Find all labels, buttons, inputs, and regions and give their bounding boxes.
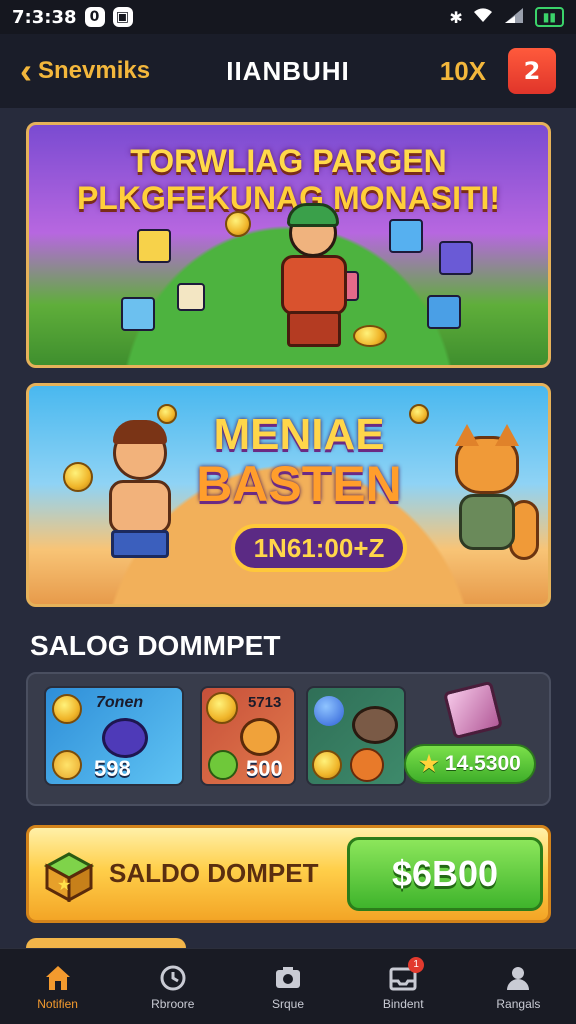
multiplier-badge[interactable]: 10X <box>440 56 486 87</box>
smile-icon <box>208 750 238 780</box>
wallet-card-1[interactable]: 7onen 598 <box>44 686 184 786</box>
coin-icon <box>52 694 82 724</box>
hero-character-illustration <box>259 203 369 349</box>
svg-text:★: ★ <box>57 875 71 894</box>
banner-1-title: TORWLIAG PARGEN PLKGFEKUNAG MONASITI! <box>29 143 548 217</box>
promo-banner-2[interactable]: MENIAE BASTEN 1N61:00+Z <box>26 383 551 607</box>
chevron-left-icon: ‹ <box>20 50 32 91</box>
camera-icon <box>273 963 303 993</box>
wallet-card-1-value: 598 <box>94 756 131 781</box>
balance-button[interactable]: ★ 14.5300 <box>404 744 536 784</box>
gallery-icon: ▣ <box>112 7 133 27</box>
mole-icon <box>352 706 398 744</box>
cube-icon <box>389 219 423 253</box>
coin-icon <box>52 750 82 780</box>
nav-item-history-label: Rbroore <box>151 996 195 1011</box>
coin-icon <box>312 750 342 780</box>
bottom-nav: Notifien Rbroore Srque 1 Bindent Rangals <box>0 948 576 1024</box>
notification-icon: 2 <box>523 57 541 85</box>
nav-item-camera[interactable]: Srque <box>230 949 345 1024</box>
battery-icon: ▮▮ <box>534 7 564 27</box>
cube-icon <box>439 241 473 275</box>
saldo-amount-button[interactable]: $6B00 <box>347 837 543 911</box>
fox-face-icon <box>350 748 384 782</box>
status-bar: 7:3:38 0 ▣ ✱ ▮▮ <box>0 0 576 34</box>
star-icon: ★ <box>419 751 439 776</box>
signal-icon <box>503 7 525 27</box>
wallet-panel: 7onen 598 5713 500 ★ 14.5300 <box>26 672 551 806</box>
nav-item-profile[interactable]: Rangals <box>461 949 576 1024</box>
gem-cube-icon <box>442 680 504 740</box>
banner-2-title-line2: BASTEN <box>196 456 402 512</box>
nav-item-home[interactable]: Notifien <box>0 949 115 1024</box>
balance-value: 14.5300 <box>444 752 521 775</box>
nav-item-profile-label: Rangals <box>496 996 541 1011</box>
banner-1-title-line1: TORWLIAG PARGEN <box>130 143 447 179</box>
coin-icon <box>157 404 177 424</box>
wallet-card-1-label: 7onen <box>96 694 144 711</box>
notification-button[interactable]: 2 <box>508 48 556 94</box>
wifi-icon <box>473 7 493 27</box>
wallet-section-title: SALOG DOMMPET <box>30 630 281 661</box>
coin-icon <box>225 211 251 237</box>
cube-icon <box>427 295 461 329</box>
back-label: Snevmiks <box>38 57 151 84</box>
nav-item-inbox[interactable]: 1 Bindent <box>346 949 461 1024</box>
notification-badge-icon: 0 <box>84 7 105 27</box>
bluetooth-icon: ✱ <box>449 7 463 27</box>
app-header: ‹ Snevmiks IIANBUHI 10X 2 <box>0 34 576 108</box>
nav-item-home-label: Notifien <box>37 996 78 1011</box>
home-icon <box>43 963 73 993</box>
banner-2-title: MENIAE BASTEN <box>179 410 419 512</box>
back-button[interactable]: ‹ Snevmiks <box>20 53 150 89</box>
saldo-bar: ★ SALDO DOMPET $6B00 <box>26 825 551 923</box>
nav-item-inbox-label: Bindent <box>382 996 424 1011</box>
nav-item-camera-label: Srque <box>271 996 305 1011</box>
cube-icon <box>177 283 205 311</box>
coin-icon <box>63 462 93 492</box>
status-time: 7:3:38 <box>12 6 77 28</box>
saldo-label: SALDO DOMPET <box>109 858 319 888</box>
fox-character-illustration <box>437 424 539 580</box>
inbox-badge: 1 <box>408 956 425 973</box>
gift-box-icon: ★ <box>43 850 95 903</box>
bear-icon <box>240 718 280 756</box>
coin-icon <box>206 692 238 724</box>
banner-2-countdown-pill: 1N61:00+Z <box>231 524 407 572</box>
clock-icon <box>158 963 188 993</box>
wallet-card-3[interactable] <box>306 686 406 786</box>
nav-item-history[interactable]: Rbroore <box>115 949 230 1024</box>
wallet-card-2[interactable]: 5713 500 <box>200 686 296 786</box>
blue-orb-icon <box>314 696 344 726</box>
wallet-card-2-label: 5713 <box>248 694 282 711</box>
cube-icon <box>121 297 155 331</box>
monster-icon <box>102 718 148 758</box>
promo-banner-1[interactable]: TORWLIAG PARGEN PLKGFEKUNAG MONASITI! <box>26 122 551 368</box>
inbox-icon: 1 <box>388 956 425 993</box>
user-icon <box>503 963 533 993</box>
status-icons: ✱ ▮▮ <box>449 7 564 27</box>
kid-character-illustration <box>95 420 185 576</box>
cube-icon <box>137 229 171 263</box>
wallet-card-2-value: 500 <box>246 756 283 781</box>
banner-2-title-line1: MENIAE <box>213 410 385 459</box>
